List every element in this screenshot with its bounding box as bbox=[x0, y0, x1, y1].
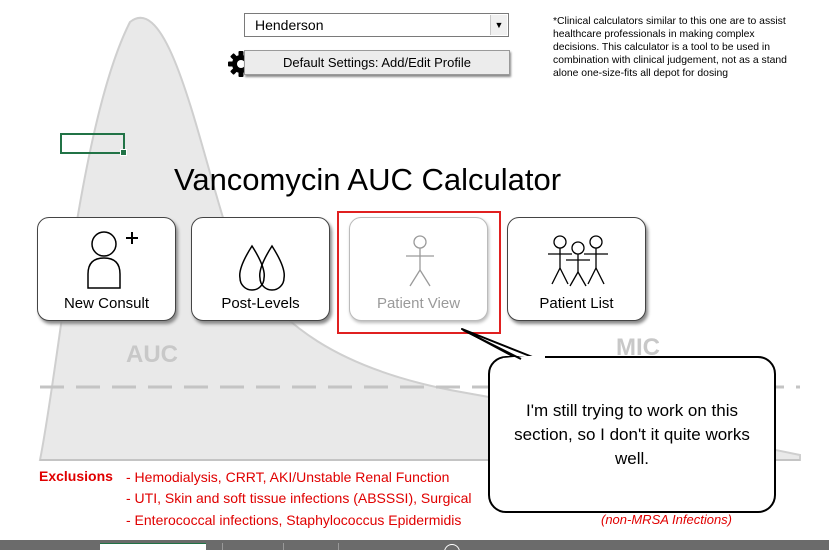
page-title: Vancomycin AUC Calculator bbox=[173, 162, 562, 197]
group-icon bbox=[548, 235, 608, 287]
sheet-tab[interactable] bbox=[283, 543, 334, 550]
callout-text: I'm still trying to work on this section… bbox=[514, 401, 750, 468]
callout-bubble: I'm still trying to work on this section… bbox=[488, 356, 776, 513]
exclusion-line: - Enterococcal infections, Staphylococcu… bbox=[126, 512, 462, 528]
exclusions-label: Exclusions bbox=[39, 468, 113, 484]
fill-handle[interactable] bbox=[120, 149, 127, 156]
selected-cell[interactable] bbox=[60, 133, 127, 156]
new-consult-button[interactable]: New Consult bbox=[37, 217, 176, 321]
chevron-down-icon[interactable]: ▼ bbox=[490, 15, 507, 35]
drops-icon bbox=[239, 244, 285, 291]
highlight-frame bbox=[337, 211, 501, 334]
profile-select-value: Henderson bbox=[255, 17, 324, 33]
sheet-tab-active[interactable] bbox=[100, 543, 206, 550]
post-levels-label: Post-Levels bbox=[221, 295, 300, 312]
add-person-icon bbox=[87, 231, 138, 289]
exclusion-line: - Hemodialysis, CRRT, AKI/Unstable Renal… bbox=[126, 469, 450, 485]
add-sheet-icon[interactable] bbox=[444, 544, 460, 550]
new-consult-label: New Consult bbox=[63, 295, 150, 312]
post-levels-button[interactable]: Post-Levels bbox=[191, 217, 330, 321]
default-settings-label: Default Settings: Add/Edit Profile bbox=[283, 55, 471, 70]
default-settings-button[interactable]: Default Settings: Add/Edit Profile bbox=[244, 50, 510, 75]
auc-background-label: AUC bbox=[126, 341, 178, 368]
sheet-tab[interactable] bbox=[222, 543, 273, 550]
sheet-tab[interactable] bbox=[338, 543, 409, 550]
exclusion-line: - UTI, Skin and soft tissue infections (… bbox=[126, 490, 472, 506]
profile-select[interactable]: Henderson ▼ bbox=[244, 13, 509, 37]
disclaimer-text: *Clinical calculators similar to this on… bbox=[553, 16, 787, 79]
patient-list-label: Patient List bbox=[539, 295, 614, 312]
sheet-tab-bar bbox=[0, 540, 829, 550]
patient-list-button[interactable]: Patient List bbox=[507, 217, 646, 321]
exclusion-note: (non-MRSA Infections) bbox=[601, 512, 733, 527]
